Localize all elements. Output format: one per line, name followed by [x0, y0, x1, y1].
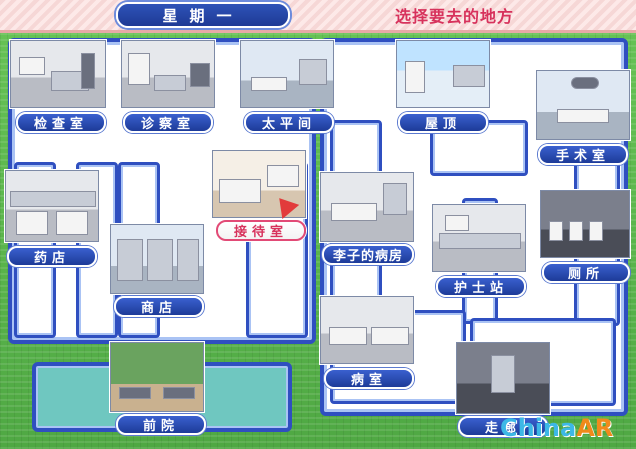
rooftop-image — [396, 40, 490, 108]
room-label-lizi-ward[interactable]: 李子的病房 — [322, 244, 414, 265]
room-label-morgue[interactable]: 太平间 — [244, 112, 334, 133]
room-label-reception[interactable]: 接待室 — [216, 220, 306, 241]
room-label-rooftop[interactable]: 屋顶 — [398, 112, 488, 133]
room-label-restroom[interactable]: 厕所 — [542, 262, 630, 283]
consult-room-image — [121, 40, 215, 108]
room-label-consult[interactable]: 诊察室 — [123, 112, 213, 133]
front-yard-image — [110, 342, 204, 412]
room-label-surgery[interactable]: 手术室 — [538, 144, 628, 165]
nurse-station-image — [432, 204, 526, 272]
shop-image — [110, 224, 204, 294]
room-label-ward[interactable]: 病室 — [324, 368, 414, 389]
morgue-image — [240, 40, 334, 108]
restroom-image — [540, 190, 630, 258]
page-title: 选择要去的地方 — [395, 7, 515, 26]
header-bar: 星期一 选择要去的地方 — [0, 0, 636, 33]
room-label-shop[interactable]: 商店 — [114, 296, 204, 317]
surgery-image — [536, 70, 630, 140]
ward-image — [320, 296, 414, 364]
day-indicator: 星期一 — [116, 2, 290, 28]
exam-room-image — [10, 40, 106, 108]
room-label-front-yard[interactable]: 前院 — [116, 414, 206, 435]
watermark-logo: ChinaAR — [500, 414, 614, 442]
pharmacy-image — [5, 170, 99, 242]
room-label-exam[interactable]: 检查室 — [16, 112, 106, 133]
room-label-nurse-station[interactable]: 护士站 — [436, 276, 526, 297]
room-label-pharmacy[interactable]: 药店 — [7, 246, 97, 267]
corridor-image — [456, 342, 550, 414]
lizi-ward-image — [320, 172, 414, 242]
